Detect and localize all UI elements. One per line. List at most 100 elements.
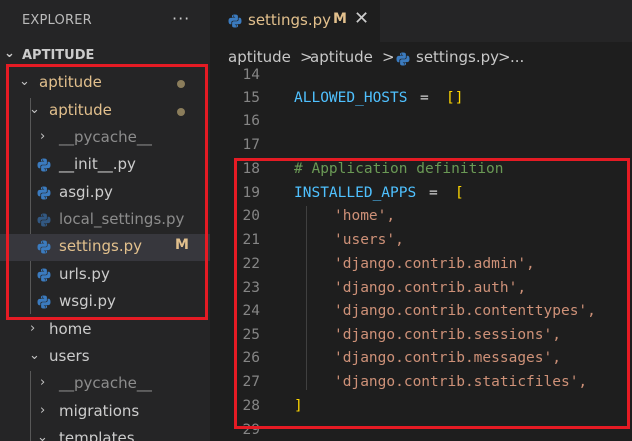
code-line[interactable]: 14: [210, 65, 632, 88]
line-number: 25: [242, 327, 260, 343]
tree-folder-pycache-users[interactable]: › __pycache__: [0, 371, 210, 398]
explorer-header: EXPLORER ···: [0, 0, 210, 42]
tab-bar: settings.py M ✕: [210, 0, 632, 42]
python-icon: [37, 186, 51, 200]
explorer-sidebar: EXPLORER ··· ⌄ APTITUDE ⌄ aptitude ⌄ apt…: [0, 0, 210, 441]
line-number: 15: [242, 90, 260, 106]
python-icon: [37, 295, 51, 309]
tree-folder-aptitude[interactable]: ⌄ aptitude: [0, 70, 210, 97]
code-string: 'django.contrib.messages',: [334, 350, 561, 366]
breadcrumb-separator: >: [498, 48, 511, 66]
tree-item-label: local_settings.py: [59, 210, 185, 228]
code-line[interactable]: 19 INSTALLED_APPS = [: [210, 183, 632, 206]
modified-dot-icon: [177, 108, 185, 116]
tree-file-wsgi[interactable]: wsgi.py: [0, 289, 210, 316]
code-line[interactable]: 21 'users',: [210, 230, 632, 253]
line-number: 24: [242, 303, 260, 319]
code-operator: =: [420, 90, 429, 106]
git-modified-badge: M: [175, 237, 189, 253]
tree-item-label: settings.py: [59, 237, 142, 255]
code-bracket: ]: [294, 398, 303, 414]
chevron-down-icon: ⌄: [19, 74, 30, 89]
code-line[interactable]: 29: [210, 420, 632, 441]
tree-item-label: wsgi.py: [59, 292, 116, 310]
code-string: 'django.contrib.auth',: [334, 280, 527, 296]
tree-file-asgi[interactable]: asgi.py: [0, 180, 210, 207]
code-line[interactable]: 23 'django.contrib.auth',: [210, 278, 632, 301]
breadcrumb-item[interactable]: ...: [510, 48, 524, 66]
code-operator: =: [429, 185, 438, 201]
python-icon: [37, 213, 51, 227]
code-identifier: ALLOWED_HOSTS: [294, 90, 408, 106]
chevron-right-icon: ›: [40, 129, 46, 144]
close-icon[interactable]: ✕: [354, 8, 369, 29]
line-number: 21: [242, 232, 260, 248]
tab-label: settings.py: [248, 11, 331, 29]
tree-file-urls[interactable]: urls.py: [0, 262, 210, 289]
tree-item-label: home: [49, 320, 92, 338]
code-line[interactable]: 20 'home',: [210, 206, 632, 229]
tree-item-label: users: [49, 347, 90, 365]
tree-item-label: migrations: [59, 402, 140, 420]
modified-dot-icon: [177, 80, 185, 88]
code-line[interactable]: 25 'django.contrib.sessions',: [210, 325, 632, 348]
code-string: 'home',: [334, 208, 396, 224]
code-line[interactable]: 15 ALLOWED_HOSTS = []: [210, 88, 632, 111]
python-icon: [228, 14, 242, 28]
breadcrumb-item[interactable]: aptitude: [310, 48, 373, 66]
tree-folder-pycache[interactable]: › __pycache__: [0, 125, 210, 152]
tree-file-local-settings[interactable]: local_settings.py: [0, 207, 210, 234]
breadcrumb-item[interactable]: aptitude: [228, 48, 291, 66]
tree-item-label: asgi.py: [59, 183, 113, 201]
code-line[interactable]: 28 ]: [210, 396, 632, 419]
line-number: 19: [242, 185, 260, 201]
tree-folder-users[interactable]: ⌄ users: [0, 344, 210, 371]
breadcrumb-separator: >: [382, 48, 395, 66]
workspace-section-header[interactable]: ⌄ APTITUDE: [0, 45, 210, 67]
line-number: 14: [242, 67, 260, 83]
tree-file-init[interactable]: __init__.py: [0, 152, 210, 179]
line-number: 22: [242, 256, 260, 272]
code-line[interactable]: 16: [210, 111, 632, 134]
python-icon: [37, 240, 51, 254]
chevron-down-icon: ⌄: [29, 102, 40, 117]
code-line[interactable]: 18 # Application definition: [210, 159, 632, 182]
code-line[interactable]: 17: [210, 135, 632, 158]
line-number: 28: [242, 398, 260, 414]
code-comment: # Application definition: [294, 161, 504, 177]
tree-folder-migrations[interactable]: › migrations: [0, 399, 210, 426]
line-number: 18: [242, 161, 260, 177]
tree-folder-aptitude-inner[interactable]: ⌄ aptitude: [0, 98, 210, 125]
breadcrumb-item[interactable]: settings.py: [416, 48, 499, 66]
python-icon: [37, 268, 51, 282]
tree-folder-templates[interactable]: ⌄ templates: [0, 426, 210, 441]
code-string: 'users',: [334, 232, 404, 248]
line-number: 23: [242, 280, 260, 296]
tab-settings-py[interactable]: settings.py M ✕: [210, 0, 380, 42]
code-string: 'django.contrib.contenttypes',: [334, 303, 596, 319]
more-actions-icon[interactable]: ···: [172, 9, 190, 28]
tree-folder-home[interactable]: › home: [0, 317, 210, 344]
code-line[interactable]: 26 'django.contrib.messages',: [210, 348, 632, 371]
chevron-down-icon: ⌄: [29, 348, 40, 363]
python-icon: [396, 52, 410, 66]
tree-item-label: templates: [59, 429, 135, 441]
code-string: 'django.contrib.admin',: [334, 256, 535, 272]
tree-item-label: __pycache__: [59, 128, 152, 146]
chevron-right-icon: ›: [30, 321, 36, 336]
workspace-name: APTITUDE: [22, 48, 95, 63]
code-line[interactable]: 27 'django.contrib.staticfiles',: [210, 372, 632, 395]
chevron-right-icon: ›: [40, 403, 46, 418]
tree-file-settings[interactable]: settings.py M: [0, 234, 210, 261]
editor: settings.py M ✕ aptitude > aptitude > se…: [210, 0, 632, 441]
code-line[interactable]: 22 'django.contrib.admin',: [210, 254, 632, 277]
line-number: 17: [242, 137, 260, 153]
chevron-right-icon: ›: [40, 375, 46, 390]
line-number: 27: [242, 374, 260, 390]
line-number: 20: [242, 208, 260, 224]
tree-item-label: __pycache__: [59, 374, 152, 392]
git-modified-badge: M: [333, 11, 347, 27]
python-icon: [37, 158, 51, 172]
code-identifier: INSTALLED_APPS: [294, 185, 417, 201]
code-line[interactable]: 24 'django.contrib.contenttypes',: [210, 301, 632, 324]
